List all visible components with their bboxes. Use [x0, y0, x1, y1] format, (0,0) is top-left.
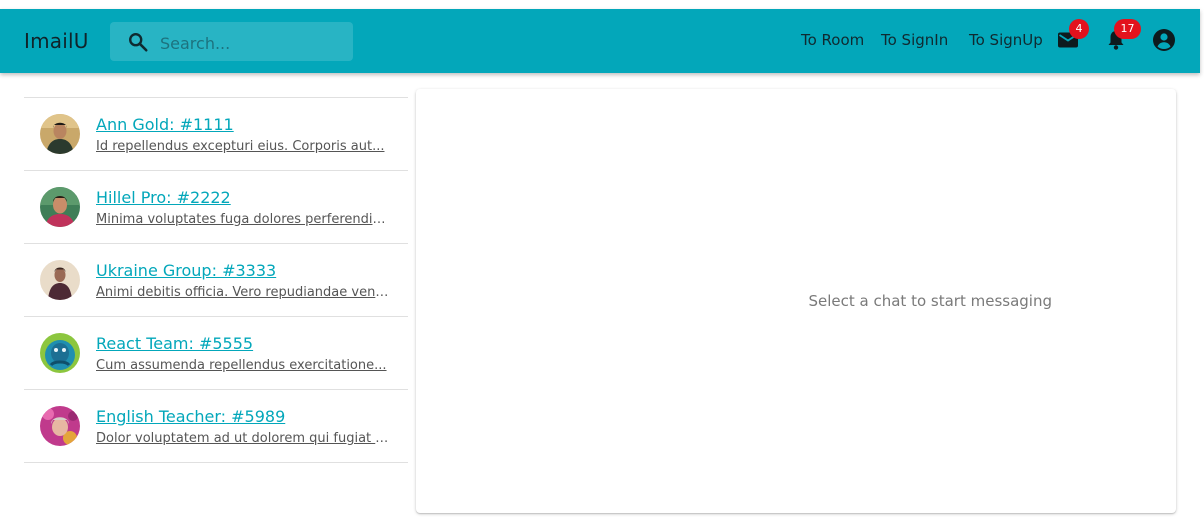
search-input[interactable]: [158, 30, 347, 56]
chat-preview: Minima voluptates fuga dolores perferend…: [96, 212, 391, 227]
search-box[interactable]: [110, 22, 353, 61]
chat-preview: Cum assumenda repellendus exercitatione.…: [96, 358, 387, 373]
empty-state-message: Select a chat to start messaging: [808, 292, 1052, 310]
chat-list: Ann Gold: #1111 Id repellendus excepturi…: [24, 97, 408, 463]
window-top-strip: [0, 0, 1204, 9]
chat-preview: Id repellendus excepturi eius. Corporis …: [96, 139, 385, 154]
app-title: ImailU: [24, 29, 89, 53]
chat-list-item[interactable]: Hillel Pro: #2222 Minima voluptates fuga…: [24, 171, 408, 244]
conversation-panel: Select a chat to start messaging: [416, 89, 1176, 513]
avatar: [40, 333, 80, 373]
chat-list-item[interactable]: English Teacher: #5989 Dolor voluptatem …: [24, 390, 408, 463]
chat-title[interactable]: Ann Gold: #1111: [96, 115, 234, 134]
avatar: [40, 406, 80, 446]
chat-list-item[interactable]: React Team: #5555 Cum assumenda repellen…: [24, 317, 408, 390]
chat-title[interactable]: English Teacher: #5989: [96, 407, 285, 426]
account-button[interactable]: [1152, 28, 1178, 54]
account-circle-icon: [1152, 29, 1176, 56]
chat-preview: Animi debitis officia. Vero repudiandae …: [96, 285, 391, 300]
notifications-count-badge: 17: [1114, 19, 1141, 39]
chat-title[interactable]: Ukraine Group: #3333: [96, 261, 276, 280]
chat-preview: Dolor voluptatem ad ut dolorem qui fugia…: [96, 431, 391, 446]
chat-list-item[interactable]: Ukraine Group: #3333 Animi debitis offic…: [24, 244, 408, 317]
nav-to-room[interactable]: To Room: [801, 31, 864, 49]
search-icon: [127, 31, 149, 53]
bell-icon: [1104, 31, 1128, 56]
avatar: [40, 260, 80, 300]
avatar: [40, 187, 80, 227]
chat-title[interactable]: Hillel Pro: #2222: [96, 188, 231, 207]
chat-title[interactable]: React Team: #5555: [96, 334, 253, 353]
notifications-button[interactable]: 17: [1104, 19, 1141, 56]
mail-button[interactable]: 4: [1056, 19, 1089, 56]
nav-to-signin[interactable]: To SignIn: [881, 31, 948, 49]
nav-to-signup[interactable]: To SignUp: [969, 31, 1043, 49]
app-bar: ImailU To Room To SignIn To SignUp 4: [0, 9, 1200, 73]
mail-count-badge: 4: [1069, 19, 1089, 39]
mail-icon: [1056, 32, 1080, 56]
avatar: [40, 114, 80, 154]
chat-list-item[interactable]: Ann Gold: #1111 Id repellendus excepturi…: [24, 98, 408, 171]
